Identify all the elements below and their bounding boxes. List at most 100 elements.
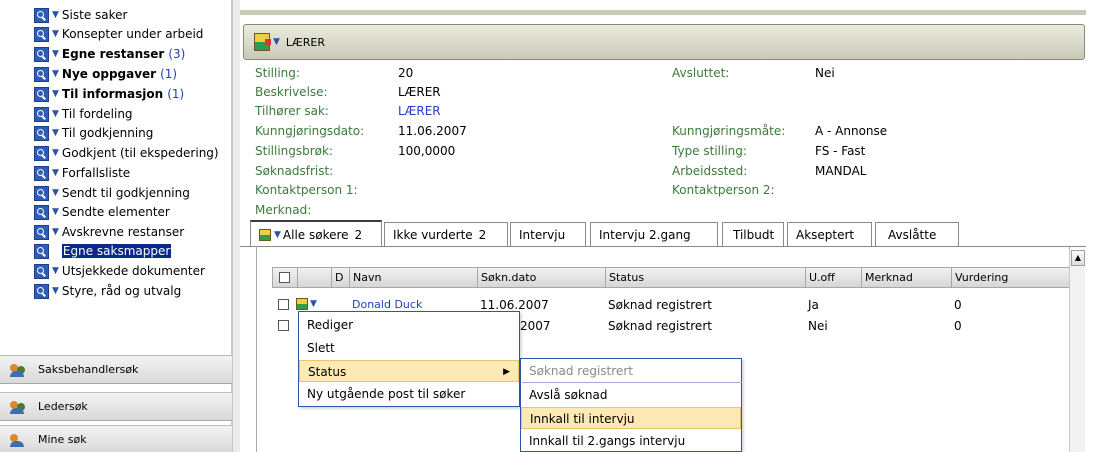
chevron-right-icon: ▶ bbox=[503, 367, 510, 377]
tab-alle-sokere[interactable]: ▼ Alle søkere 2 bbox=[250, 220, 382, 247]
tree-item-utsjekkede-dokumenter[interactable]: ▼ Utsjekkede dokumenter bbox=[34, 262, 205, 280]
chevron-down-icon[interactable]: ▼ bbox=[52, 227, 59, 237]
type-stilling-label: Type stilling: bbox=[672, 144, 747, 158]
kontaktperson2-label: Kontaktperson 2: bbox=[672, 183, 775, 197]
pane-divider[interactable] bbox=[232, 0, 240, 452]
tree-item-label: Godkjent (til ekspedering) bbox=[61, 146, 219, 160]
menu-item-label: Status bbox=[308, 365, 347, 379]
tab-akseptert[interactable]: Akseptert bbox=[787, 222, 872, 246]
ledersok-button[interactable]: Ledersøk bbox=[0, 392, 232, 421]
applicant-icon[interactable] bbox=[296, 298, 308, 310]
chevron-down-icon[interactable]: ▼ bbox=[52, 89, 59, 99]
chevron-down-icon[interactable]: ▼ bbox=[52, 69, 59, 79]
tree-item-count: (1) bbox=[160, 67, 178, 81]
tab-tilbudt[interactable]: Tilbudt bbox=[722, 222, 784, 246]
tab-count: 2 bbox=[354, 227, 363, 242]
scroll-up-icon[interactable]: ▲ bbox=[1071, 250, 1085, 266]
col-icon bbox=[297, 268, 331, 287]
chevron-down-icon[interactable]: ▼ bbox=[52, 49, 59, 59]
tab-label: Alle søkere bbox=[282, 227, 349, 242]
chevron-down-icon[interactable]: ▼ bbox=[274, 230, 281, 240]
tree-item-label: Til informasjon bbox=[61, 87, 164, 101]
tree-item-label: Egne saksmapper bbox=[61, 244, 172, 258]
job-posting-icon[interactable] bbox=[254, 33, 271, 51]
applicants-icon bbox=[259, 228, 271, 241]
tree-item-godkjent[interactable]: ▼ Godkjent (til ekspedering) bbox=[34, 144, 219, 162]
tree-item-konsepter[interactable]: ▼ Konsepter under arbeid bbox=[34, 25, 203, 43]
menu-item-status[interactable]: Status ▶ bbox=[299, 360, 519, 382]
beskrivelse-label: Beskrivelse: bbox=[255, 85, 328, 99]
submenu-item-innkall-intervju[interactable]: Innkall til intervju bbox=[521, 407, 741, 429]
tree-item-sendt-til-godkjenning[interactable]: ▼ Sendt til godkjenning bbox=[34, 184, 190, 202]
folder-tree: ▼ Siste saker ▼ Konsepter under arbeid ▼ Eg… bbox=[0, 0, 232, 340]
tree-item-styre-rad-utvalg[interactable]: ▼ Styre, råd og utvalg bbox=[34, 282, 181, 300]
col-status[interactable]: Status bbox=[605, 268, 805, 287]
tree-item-siste-saker[interactable]: ▼ Siste saker bbox=[34, 6, 127, 24]
kunngjoringsdato-value: 11.06.2007 bbox=[398, 124, 467, 138]
submenu-item-innkall-2gangs-intervju[interactable]: Innkall til 2.gangs intervju bbox=[521, 430, 741, 452]
col-soknadsdato[interactable]: Søkn.dato bbox=[477, 268, 605, 287]
tilhorer-sak-link[interactable]: LÆRER bbox=[398, 104, 441, 118]
tree-item-forfallsliste[interactable]: ▼ Forfallsliste bbox=[34, 164, 130, 182]
chevron-down-icon[interactable]: ▼ bbox=[52, 207, 59, 217]
arbeidssted-value: MANDAL bbox=[815, 164, 867, 178]
col-merknad[interactable]: Merknad bbox=[861, 268, 951, 287]
search-folder-icon bbox=[34, 204, 49, 220]
chevron-down-icon[interactable]: ▼ bbox=[310, 299, 317, 309]
chevron-down-icon[interactable]: ▼ bbox=[52, 266, 59, 276]
col-d[interactable]: D bbox=[331, 268, 349, 287]
tab-avslatte[interactable]: Avslåtte bbox=[875, 222, 959, 246]
col-navn[interactable]: Navn bbox=[349, 268, 477, 287]
submenu-item-avsla-soknad[interactable]: Avslå søknad bbox=[521, 384, 741, 406]
row-checkbox[interactable] bbox=[278, 320, 289, 331]
tab-intervju-2gang[interactable]: Intervju 2.gang bbox=[590, 222, 718, 246]
avsluttet-label: Avsluttet: bbox=[672, 66, 730, 80]
search-folder-icon bbox=[34, 7, 49, 23]
grid-header: D Navn Søkn.dato Status U.off Merknad Vu… bbox=[272, 267, 1070, 288]
tree-item-til-informasjon[interactable]: ▼ Til informasjon (1) bbox=[34, 85, 184, 103]
chevron-down-icon[interactable]: ▼ bbox=[52, 148, 59, 158]
chevron-down-icon[interactable]: ▼ bbox=[52, 188, 59, 198]
chevron-down-icon[interactable]: ▼ bbox=[52, 29, 59, 39]
search-folder-icon bbox=[34, 66, 49, 82]
select-all-checkbox[interactable] bbox=[279, 272, 290, 283]
search-folder-icon bbox=[34, 165, 49, 181]
tree-item-til-fordeling[interactable]: ▼ Til fordeling bbox=[34, 105, 133, 123]
tab-intervju[interactable]: Intervju bbox=[510, 222, 586, 246]
chevron-down-icon[interactable]: ▼ bbox=[52, 286, 59, 296]
chevron-down-icon[interactable]: ▼ bbox=[52, 128, 59, 138]
menu-item-rediger[interactable]: Rediger bbox=[299, 314, 519, 336]
beskrivelse-value: LÆRER bbox=[398, 85, 441, 99]
chevron-down-icon[interactable]: ▼ bbox=[52, 10, 59, 20]
cell-uoff: Nei bbox=[808, 319, 828, 333]
cell-status: Søknad registrert bbox=[608, 319, 712, 333]
tree-item-egne-restanser[interactable]: ▼ Egne restanser (3) bbox=[34, 45, 185, 63]
tree-item-avskrevne-restanser[interactable]: ▼ Avskrevne restanser bbox=[34, 223, 184, 241]
tree-item-label: Utsjekkede dokumenter bbox=[61, 264, 205, 278]
tab-label: Ikke vurderte bbox=[393, 227, 473, 242]
tree-item-egne-saksmapper[interactable]: ▼ Egne saksmapper bbox=[34, 242, 172, 260]
row-checkbox[interactable] bbox=[278, 299, 289, 310]
kontaktperson1-label: Kontaktperson 1: bbox=[255, 183, 358, 197]
saksbehandlersok-button[interactable]: Saksbehandlersøk bbox=[0, 355, 232, 384]
chevron-down-icon[interactable]: ▼ bbox=[273, 37, 280, 47]
chevron-down-icon[interactable]: ▼ bbox=[52, 109, 59, 119]
tree-item-til-godkjenning[interactable]: ▼ Til godkjenning bbox=[34, 124, 153, 142]
tree-item-label: Sendte elementer bbox=[61, 205, 170, 219]
stilling-label: Stilling: bbox=[255, 66, 300, 80]
tab-ikke-vurderte[interactable]: Ikke vurderte 2 bbox=[384, 222, 508, 246]
cell-vurdering: 0 bbox=[954, 319, 962, 333]
chevron-down-icon[interactable]: ▼ bbox=[52, 246, 59, 256]
tree-item-nye-oppgaver[interactable]: ▼ Nye oppgaver (1) bbox=[34, 65, 177, 83]
col-vurdering[interactable]: Vurdering bbox=[951, 268, 1069, 287]
search-folder-icon bbox=[34, 243, 49, 259]
chevron-down-icon[interactable]: ▼ bbox=[52, 168, 59, 178]
menu-item-slett[interactable]: Slett bbox=[299, 337, 519, 359]
menu-item-ny-utgaende-post[interactable]: Ny utgående post til søker bbox=[299, 383, 519, 405]
tree-item-sendte-elementer[interactable]: ▼ Sendte elementer bbox=[34, 203, 170, 221]
mine-sok-button[interactable]: Mine søk bbox=[0, 425, 232, 452]
people-search-icon bbox=[10, 363, 28, 377]
col-uoff[interactable]: U.off bbox=[805, 268, 861, 287]
status-submenu: Søknad registrert Avslå søknad Innkall t… bbox=[520, 358, 742, 452]
vertical-scrollbar[interactable]: ▲ bbox=[1069, 250, 1085, 452]
